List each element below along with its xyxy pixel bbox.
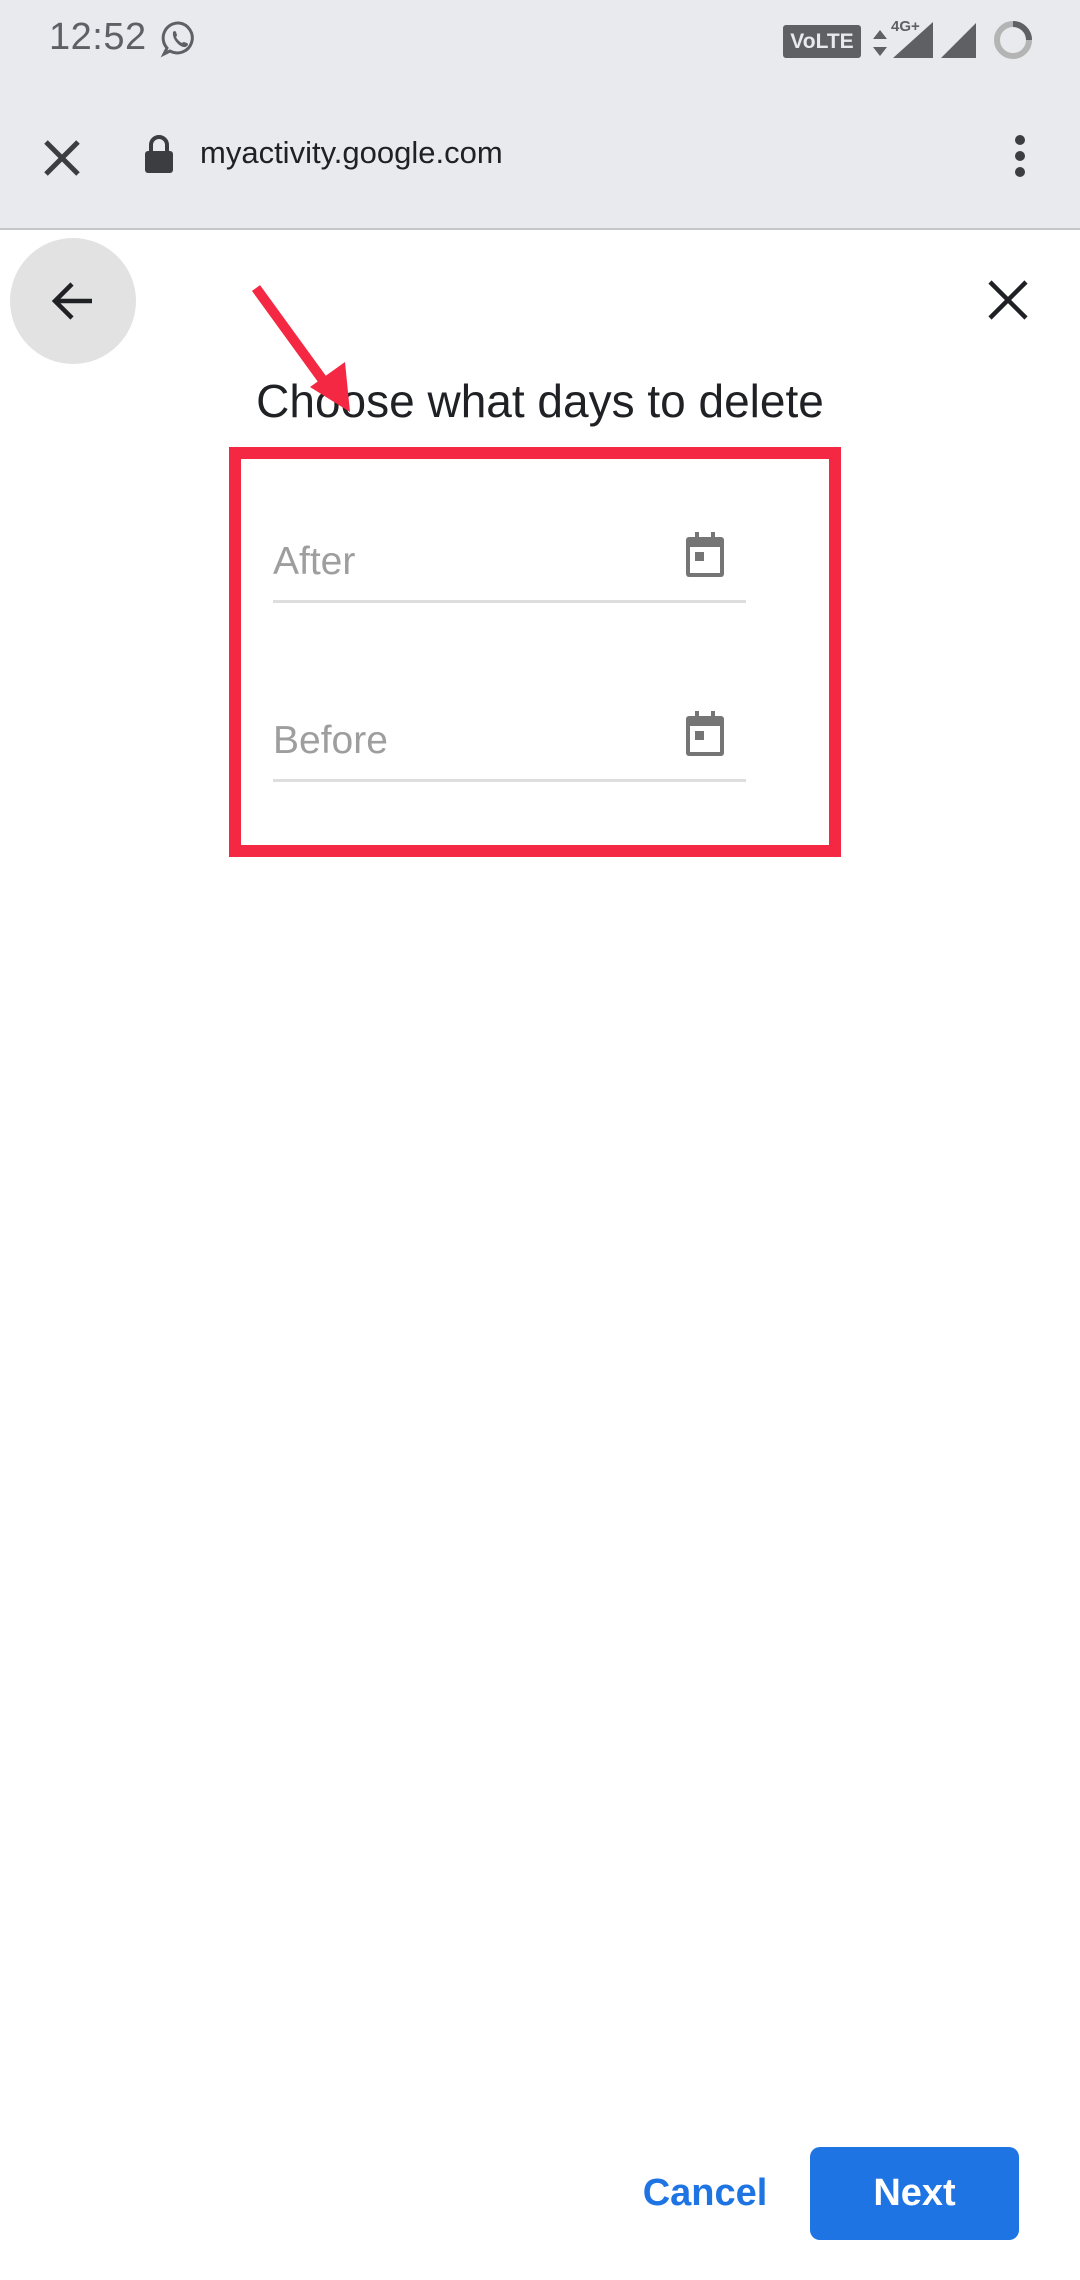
- whatsapp-icon: [160, 21, 194, 58]
- dialog-title: Choose what days to delete: [256, 375, 824, 427]
- annotation-highlight-box: [229, 447, 841, 857]
- data-activity-icon: [873, 30, 887, 56]
- more-vert-icon[interactable]: [1000, 130, 1040, 186]
- back-button[interactable]: [10, 238, 136, 364]
- browser-toolbar: myactivity.google.com: [0, 86, 1080, 230]
- dialog-close-icon[interactable]: [982, 274, 1034, 326]
- before-date-placeholder: Before: [273, 719, 388, 762]
- calendar-icon[interactable]: [684, 532, 726, 578]
- battery-ring-icon: [994, 21, 1032, 59]
- after-date-field[interactable]: After: [273, 530, 746, 603]
- url-bar[interactable]: myactivity.google.com: [200, 135, 503, 171]
- calendar-icon[interactable]: [684, 711, 726, 757]
- after-date-placeholder: After: [273, 540, 356, 583]
- signal-strength-icon: [893, 22, 933, 58]
- volte-badge: VoLTE 1: [783, 25, 861, 86]
- cancel-button[interactable]: Cancel: [630, 2160, 780, 2226]
- status-bar: 12:52 VoLTE 1 4G+: [0, 0, 1080, 86]
- next-button[interactable]: Next: [810, 2147, 1019, 2240]
- lock-icon: [145, 135, 173, 173]
- close-icon[interactable]: [36, 132, 88, 184]
- annotation-arrow-icon: [251, 285, 350, 412]
- status-time: 12:52: [49, 16, 147, 58]
- before-date-field[interactable]: Before: [273, 709, 746, 782]
- arrow-back-icon: [51, 282, 92, 320]
- signal-strength-icon-2: [941, 23, 976, 58]
